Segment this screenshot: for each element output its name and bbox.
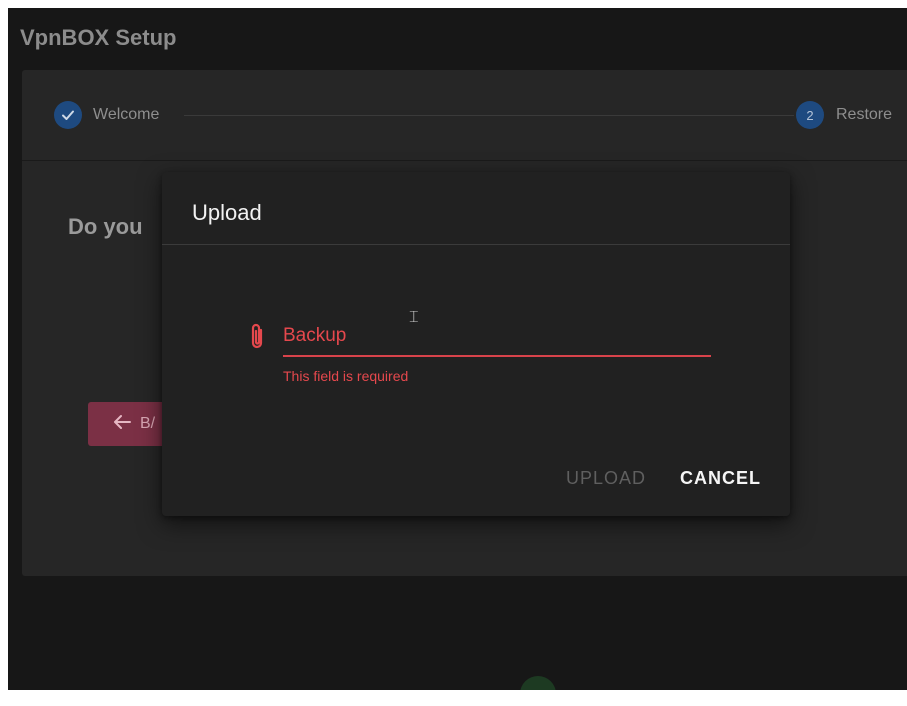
cancel-button[interactable]: CANCEL	[680, 468, 761, 489]
status-indicator	[520, 676, 556, 690]
step-restore-number: 2	[796, 101, 824, 129]
upload-dialog: Upload Backup This field is required ⌶ U…	[162, 172, 790, 516]
dialog-title: Upload	[192, 200, 262, 225]
backup-field-underline	[283, 355, 711, 357]
setup-question: Do you	[68, 214, 143, 239]
app-title: VpnBOX Setup	[20, 25, 177, 50]
step-welcome-check-icon	[54, 101, 82, 129]
paperclip-icon[interactable]	[246, 322, 268, 352]
step-label-welcome[interactable]: Welcome	[93, 106, 159, 124]
backup-field-error: This field is required	[283, 368, 409, 384]
upload-button[interactable]: UPLOAD	[566, 468, 646, 489]
back-button-label: B/	[140, 415, 156, 432]
stepper-connector	[184, 115, 794, 116]
text-cursor-icon: ⌶	[409, 309, 419, 326]
arrow-left-icon	[112, 414, 132, 435]
dialog-divider	[162, 244, 790, 245]
step-label-restore[interactable]: Restore	[836, 106, 892, 124]
stepper: Welcome 2 Restore	[22, 70, 907, 161]
backup-file-input[interactable]	[283, 310, 715, 356]
footer-dots: · · ·	[28, 686, 244, 690]
